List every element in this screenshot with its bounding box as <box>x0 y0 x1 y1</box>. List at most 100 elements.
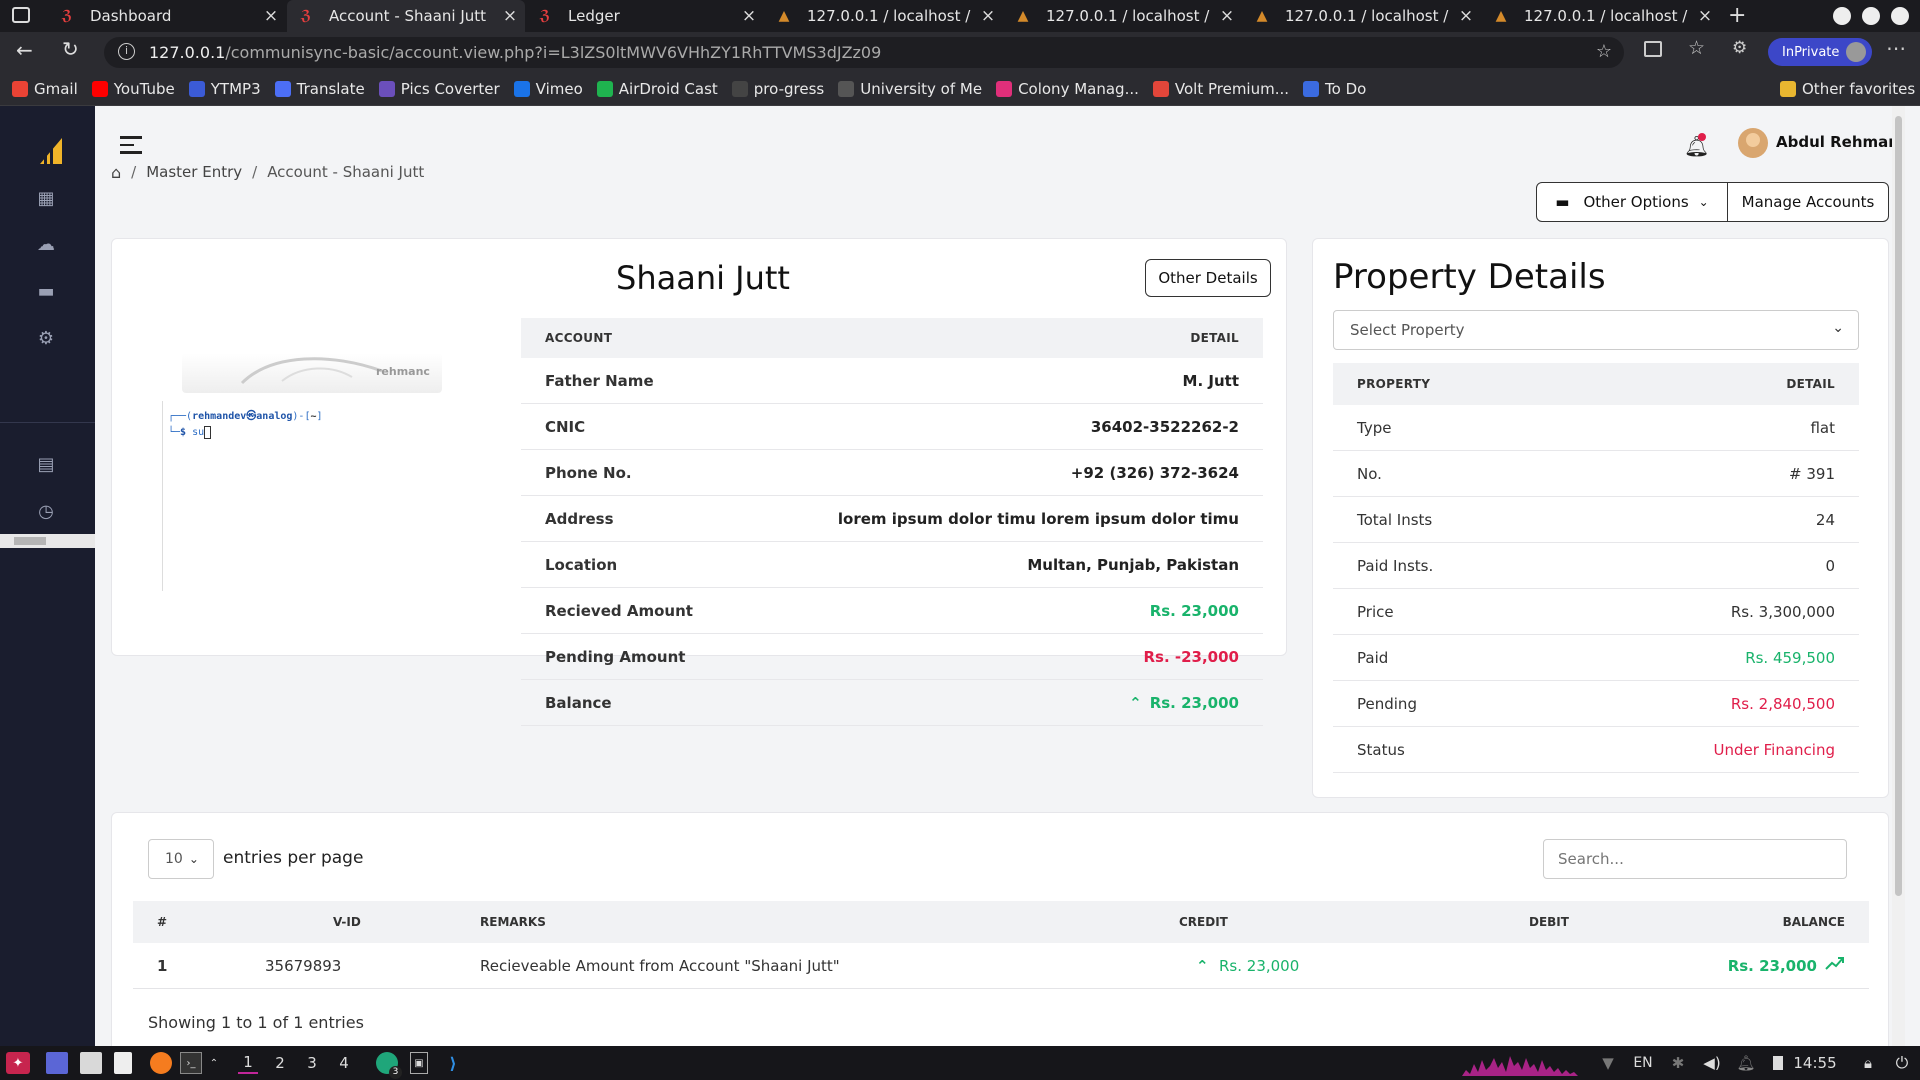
tab-close-icon[interactable]: × <box>1451 6 1481 26</box>
window-maximize-button[interactable] <box>1862 7 1880 25</box>
other-favorites[interactable]: Other favorites <box>1780 80 1915 98</box>
clock-icon[interactable]: ◷ <box>30 495 62 527</box>
volume-icon[interactable]: ◀) <box>1703 1052 1721 1074</box>
bookmark-item[interactable]: AirDroid Cast <box>596 80 718 98</box>
property-label: Type <box>1357 418 1392 437</box>
tab-close-icon[interactable]: × <box>1212 6 1242 26</box>
inprivate-badge[interactable]: InPrivate <box>1768 38 1872 66</box>
browser-tab[interactable]: ℨ Account - Shaani Jutt × <box>287 0 525 32</box>
bookmark-item[interactable]: YouTube <box>91 80 175 98</box>
new-tab-icon[interactable]: + <box>1728 3 1746 28</box>
hamburger-menu-icon[interactable] <box>120 136 142 154</box>
window-close-button[interactable] <box>1891 7 1909 25</box>
property-select[interactable]: Select Property ⌄ <box>1333 310 1859 350</box>
entries-per-page-select[interactable]: 10 ⌄ <box>148 839 214 879</box>
bookmark-item[interactable]: To Do <box>1303 80 1366 98</box>
dashboard-grid-icon[interactable]: ▦ <box>30 182 62 214</box>
manage-accounts-button[interactable]: Manage Accounts <box>1727 182 1889 222</box>
detail-value: Rs. -23,000 <box>1143 647 1239 666</box>
split-screen-icon[interactable] <box>1644 41 1662 57</box>
bookmark-label: YTMP3 <box>210 80 261 98</box>
notifications-icon[interactable]: 🔔︎ <box>1736 1052 1755 1074</box>
property-value: Rs. 2,840,500 <box>1730 694 1835 713</box>
tab-close-icon[interactable]: × <box>495 6 525 26</box>
bookmark-item[interactable]: Gmail <box>12 80 78 98</box>
app-logo-icon[interactable] <box>40 138 62 164</box>
bookmark-item[interactable]: Pics Coverter <box>378 80 500 98</box>
window-icon[interactable]: ▣ <box>410 1052 428 1074</box>
table-row[interactable]: 1 35679893 Recieveable Amount from Accou… <box>133 943 1869 989</box>
extensions-icon[interactable]: ⚙ <box>1732 38 1747 58</box>
breadcrumb-master-entry[interactable]: Master Entry <box>146 163 242 181</box>
tab-close-icon[interactable]: × <box>734 6 764 26</box>
bluetooth-icon[interactable]: ✱ <box>1670 1052 1686 1074</box>
sidebar-scrollbar[interactable] <box>0 534 95 548</box>
bookmark-item[interactable]: YTMP3 <box>188 80 261 98</box>
other-options-button[interactable]: ▬ Other Options ⌄ <box>1536 182 1728 222</box>
info-icon[interactable]: i <box>118 43 135 60</box>
tab-title: Dashboard <box>90 7 172 25</box>
kali-menu-icon[interactable]: ✦ <box>6 1052 30 1074</box>
workspace-button[interactable]: 1 <box>238 1052 258 1074</box>
clock-time[interactable]: 14:55 <box>1793 1052 1836 1074</box>
scrollbar-thumb[interactable] <box>14 537 46 545</box>
ledger-search-input[interactable] <box>1543 839 1847 879</box>
expand-icon[interactable]: ⌃ <box>208 1052 220 1074</box>
firefox-icon[interactable] <box>150 1052 172 1074</box>
workspace-button[interactable]: 2 <box>270 1052 290 1074</box>
inprivate-label: InPrivate <box>1782 44 1840 60</box>
desktop-icon[interactable] <box>46 1052 68 1074</box>
favorites-icon[interactable]: ☆ <box>1688 37 1705 59</box>
bookmark-item[interactable]: Volt Premium... <box>1152 80 1289 98</box>
language-indicator[interactable]: EN <box>1632 1052 1654 1074</box>
progress-icon <box>731 81 748 97</box>
workspace-button[interactable]: 3 <box>302 1052 322 1074</box>
tab-close-icon[interactable]: × <box>973 6 1003 26</box>
vscode-icon[interactable]: ⟩ <box>443 1052 463 1074</box>
row-balance: Rs. 23,000 <box>1727 957 1817 975</box>
bookmark-item[interactable]: Translate <box>274 80 365 98</box>
page-scrollbar-thumb[interactable] <box>1895 116 1902 896</box>
property-detail-row: No. # 391 <box>1333 451 1859 497</box>
window-minimize-button[interactable] <box>1833 7 1851 25</box>
col-balance-header: BALANCE <box>1782 915 1845 929</box>
tab-close-icon[interactable]: × <box>1690 6 1720 26</box>
page-scrollbar[interactable] <box>1892 106 1905 1046</box>
user-name[interactable]: Abdul Rehman <box>1776 133 1899 151</box>
browser-tab[interactable]: ℨ Ledger × <box>526 0 764 32</box>
files-icon[interactable] <box>80 1052 102 1074</box>
back-icon[interactable]: ← <box>16 38 33 62</box>
bookmark-item[interactable]: Vimeo <box>513 80 583 98</box>
power-icon[interactable]: ⏻ <box>1893 1052 1911 1074</box>
url-host: 127.0.0.1 <box>149 43 226 62</box>
cloud-upload-icon[interactable]: ☁ <box>30 228 62 260</box>
tab-actions-icon[interactable] <box>12 7 30 23</box>
browser-tab[interactable]: ▲ 127.0.0.1 / localhost / unity× <box>765 0 1003 32</box>
detail-value-wrap: 36402-3522262-2 <box>1091 418 1239 436</box>
bookmark-item[interactable]: pro-gress <box>731 80 824 98</box>
refresh-icon[interactable]: ↻ <box>62 37 79 61</box>
property-detail-row: Type flat <box>1333 405 1859 451</box>
more-menu-icon[interactable]: ⋯ <box>1886 36 1906 60</box>
network-icon[interactable]: ▼ <box>1600 1052 1616 1074</box>
account-card: rehmanc ┌──(rehmandev㉿analog)-[~] └─$ su… <box>111 238 1287 726</box>
browser-tab[interactable]: ▲ 127.0.0.1 / localhost / unity× <box>1482 0 1720 32</box>
browser-tab[interactable]: ▲ 127.0.0.1 / localhost / unity× <box>1004 0 1242 32</box>
workspace-button[interactable]: 4 <box>334 1052 354 1074</box>
text-editor-icon[interactable] <box>114 1052 132 1074</box>
url-field[interactable]: i 127.0.0.1/communisync-basic/account.vi… <box>104 37 1624 68</box>
home-icon[interactable]: ⌂ <box>111 163 121 182</box>
lock-icon[interactable]: 🔒︎ <box>1860 1052 1876 1074</box>
card-icon[interactable]: ▬ <box>30 275 62 307</box>
browser-tab[interactable]: ▲ 127.0.0.1 / localhost / unity× <box>1243 0 1481 32</box>
browser-tab[interactable]: ℨ Dashboard × <box>48 0 286 32</box>
user-avatar[interactable] <box>1738 128 1768 158</box>
favorite-star-icon[interactable]: ☆ <box>1596 41 1612 62</box>
tab-close-icon[interactable]: × <box>256 6 286 26</box>
other-details-button[interactable]: Other Details <box>1145 259 1271 297</box>
terminal-icon[interactable]: ›_ <box>180 1052 202 1074</box>
bookmark-item[interactable]: University of Me <box>838 80 982 98</box>
settings-gear-icon[interactable]: ⚙ <box>30 322 62 354</box>
bookmark-item[interactable]: Colony Manag... <box>996 80 1139 98</box>
clipboard-icon[interactable]: ▤ <box>30 448 62 480</box>
